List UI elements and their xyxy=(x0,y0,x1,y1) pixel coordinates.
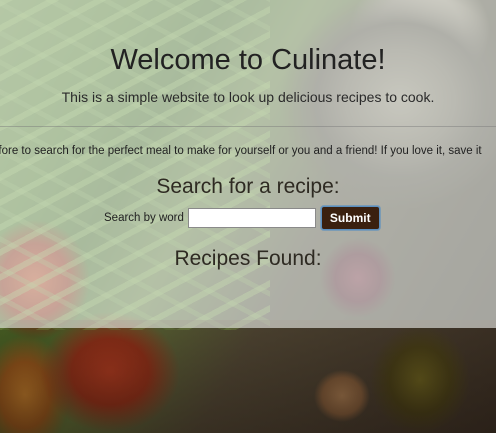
divider xyxy=(0,126,496,127)
results-heading: Recipes Found: xyxy=(174,247,322,270)
page-title: Welcome to Culinate! xyxy=(110,44,386,76)
search-heading: Search for a recipe: xyxy=(156,175,340,198)
search-form: Search by word Submit xyxy=(104,206,380,230)
scrolling-banner-text: efore to search for the perfect meal to … xyxy=(0,145,482,157)
content-panel: Welcome to Culinate! This is a simple we… xyxy=(0,0,496,328)
search-input[interactable] xyxy=(187,208,316,228)
submit-button[interactable]: Submit xyxy=(320,206,380,230)
page-subtitle: This is a simple website to look up deli… xyxy=(61,89,435,105)
search-label: Search by word xyxy=(104,212,184,224)
background-cutting-board xyxy=(0,320,496,433)
scrolling-banner: efore to search for the perfect meal to … xyxy=(0,145,496,157)
